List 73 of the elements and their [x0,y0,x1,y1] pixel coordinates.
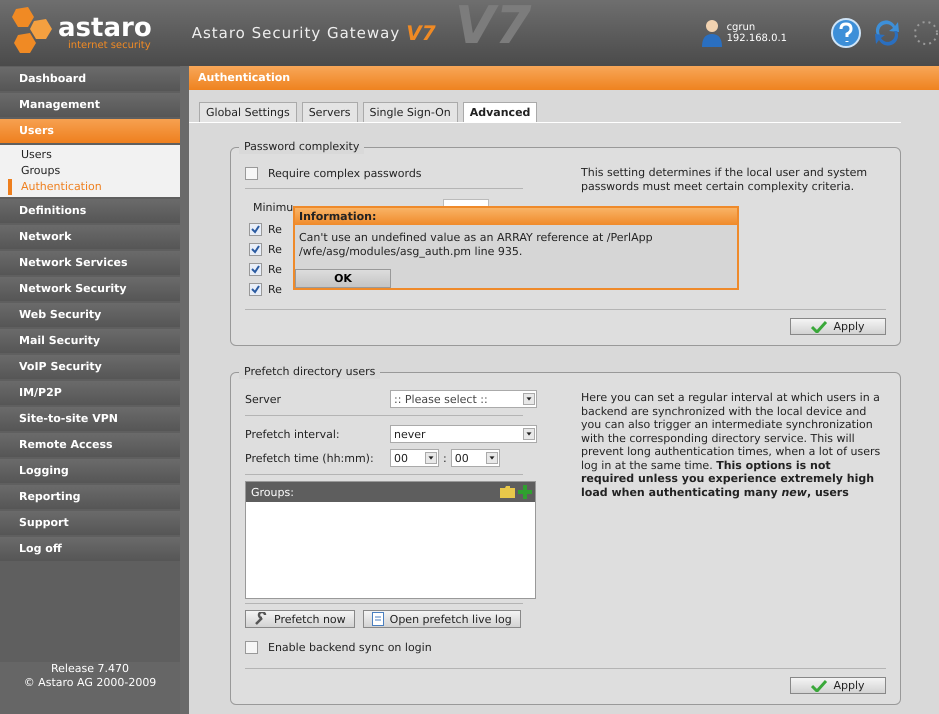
nav-item[interactable]: Web Security [0,303,180,327]
server-dropdown[interactable]: :: Please select :: [390,390,537,408]
release-version: Release 7.470 [51,662,129,676]
nav-item[interactable]: Definitions [0,199,180,223]
dialog-message: Can't use an undefined value as an ARRAY reference at /PerlApp /wfe/asg/modules/asg_auth.pm line 935. [298,230,654,260]
tab[interactable]: Advanced [462,102,538,122]
checkbox-label: Re [268,262,282,276]
nav-item[interactable]: VoIP Security [0,355,180,379]
checkmark-icon [811,680,828,692]
checkbox[interactable] [249,262,262,276]
product-title: Astaro Security Gateway [192,24,400,42]
checkmark-icon [811,320,828,332]
nav-item[interactable]: Support [0,511,180,535]
nav-item[interactable]: Remote Access [0,433,180,457]
document-icon [372,612,384,626]
version-label: V7 [406,21,436,45]
user-icon [700,19,723,47]
apply-button[interactable]: Apply [790,318,886,335]
user-name: cgrun [726,22,756,33]
panel-title: Password complexity [239,140,364,154]
field-label: Server [245,392,282,406]
field-label: Minimu [253,200,294,214]
wrench-icon [254,612,268,626]
nav-item[interactable]: Mail Security [0,329,180,353]
prefetch-now-button[interactable]: Prefetch now [245,610,355,628]
ip-address: 192.168.0.1 [726,33,787,44]
nav-item[interactable]: Management [0,93,180,117]
nav-item[interactable]: Logging [0,459,180,483]
nav-item[interactable]: Site-to-site VPN [0,407,180,431]
tab[interactable]: Single Sign-On [362,102,458,122]
checkbox[interactable] [249,222,262,236]
page-title: Authentication [189,66,939,90]
loading-spinner-icon [913,20,939,46]
hour-dropdown[interactable]: 00 [390,449,439,467]
checkbox[interactable] [245,166,258,180]
nav-item[interactable]: Network [0,225,180,249]
panel-title: Prefetch directory users [239,365,380,379]
help-icon[interactable] [831,18,861,48]
minute-dropdown[interactable]: 00 [450,449,500,467]
dialog-title: Information: [295,208,737,225]
checkbox[interactable] [249,242,262,256]
nav-subitem[interactable]: Users [8,147,180,163]
tab[interactable]: Servers [302,102,358,122]
nav-item[interactable]: Network Security [0,277,180,301]
brand-tagline: internet security [68,41,152,51]
tab[interactable]: Global Settings [199,102,297,122]
brand-name: astaro [58,15,152,41]
interval-dropdown[interactable]: never [390,425,537,443]
checkbox-label: Re [268,222,282,236]
field-label: Prefetch time (hh:mm): [245,452,375,464]
apply-button[interactable]: Apply [790,677,886,694]
nav-subitem[interactable]: Groups [8,163,180,179]
nav-item[interactable]: IM/P2P [0,381,180,405]
list-title: Groups: [251,486,294,498]
description-text: This setting determines if the local user and system passwords must meet certain complexity criteria. [581,166,868,193]
field-label: Prefetch interval: [245,428,341,440]
copyright: © Astaro AG 2000-2009 [24,676,156,690]
checkbox[interactable] [245,640,258,654]
groups-list[interactable]: Groups: [245,481,536,599]
open-log-button[interactable]: Open prefetch live log [362,610,521,628]
checkbox[interactable] [249,282,262,296]
nav-item[interactable]: Reporting [0,485,180,509]
nav-item[interactable]: Dashboard [0,67,180,91]
nav-item[interactable]: Log off [0,537,180,561]
description-text: Here you can set a regular interval at which users in a backend are synchronized with the local device and you can also trigger an intermediate synchronization with the corresponding directory service. This will prevent long authentication times, when a lot of users log in at the same time. This options is not required unless you experience extremely high load when authenticating many new, users [581,391,882,499]
folder-icon[interactable] [500,486,515,498]
checkbox-label: Re [268,242,282,256]
ok-button[interactable]: OK [295,269,391,288]
checkbox-label: Enable backend sync on login [268,640,432,654]
checkbox-label: Re [268,282,282,296]
nav-item[interactable]: Network Services [0,251,180,275]
checkbox-label: Require complex passwords [268,166,422,180]
time-separator: : [443,452,447,464]
